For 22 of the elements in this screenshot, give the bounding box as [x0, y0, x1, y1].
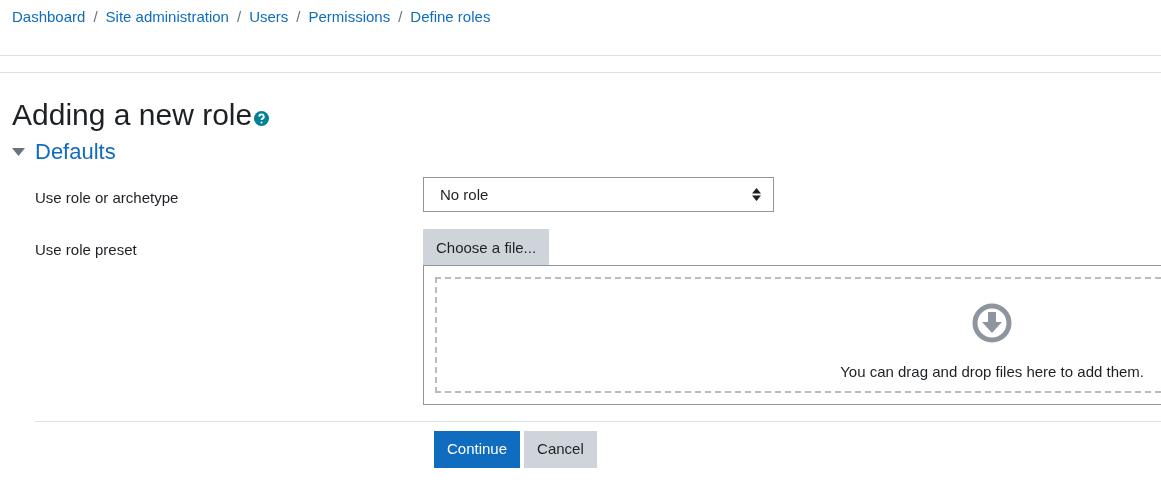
choose-file-button[interactable]: Choose a file... [423, 229, 550, 266]
breadcrumb-separator: / [398, 7, 403, 27]
continue-button[interactable]: Continue [434, 431, 521, 468]
breadcrumb-link[interactable]: Users [249, 6, 289, 29]
cancel-button[interactable]: Cancel [524, 431, 597, 468]
breadcrumb-separator: / [236, 7, 242, 27]
field-label: Use role or archetype [35, 188, 180, 209]
breadcrumb-separator: / [296, 7, 301, 27]
sort-caret-icon [752, 188, 761, 202]
field-label: Use role preset [35, 240, 138, 261]
caret-icon[interactable] [12, 148, 25, 157]
breadcrumb-link[interactable]: Dashboard [12, 6, 86, 29]
drop-zone[interactable]: You can drag and drop files here to add them. [423, 265, 1161, 406]
section-title[interactable]: Defaults [35, 139, 116, 166]
help-icon[interactable] [254, 110, 270, 126]
breadcrumb-link[interactable]: Permissions [308, 6, 391, 29]
breadcrumb-link[interactable]: Define roles [410, 6, 491, 29]
breadcrumb-link[interactable]: Site administration [105, 6, 229, 29]
breadcrumb-separator: / [93, 7, 98, 27]
drop-hint: You can drag and drop files here to add them. [840, 362, 1144, 383]
page-title: Adding a new role [12, 97, 253, 133]
select-field[interactable]: No role [423, 177, 774, 213]
